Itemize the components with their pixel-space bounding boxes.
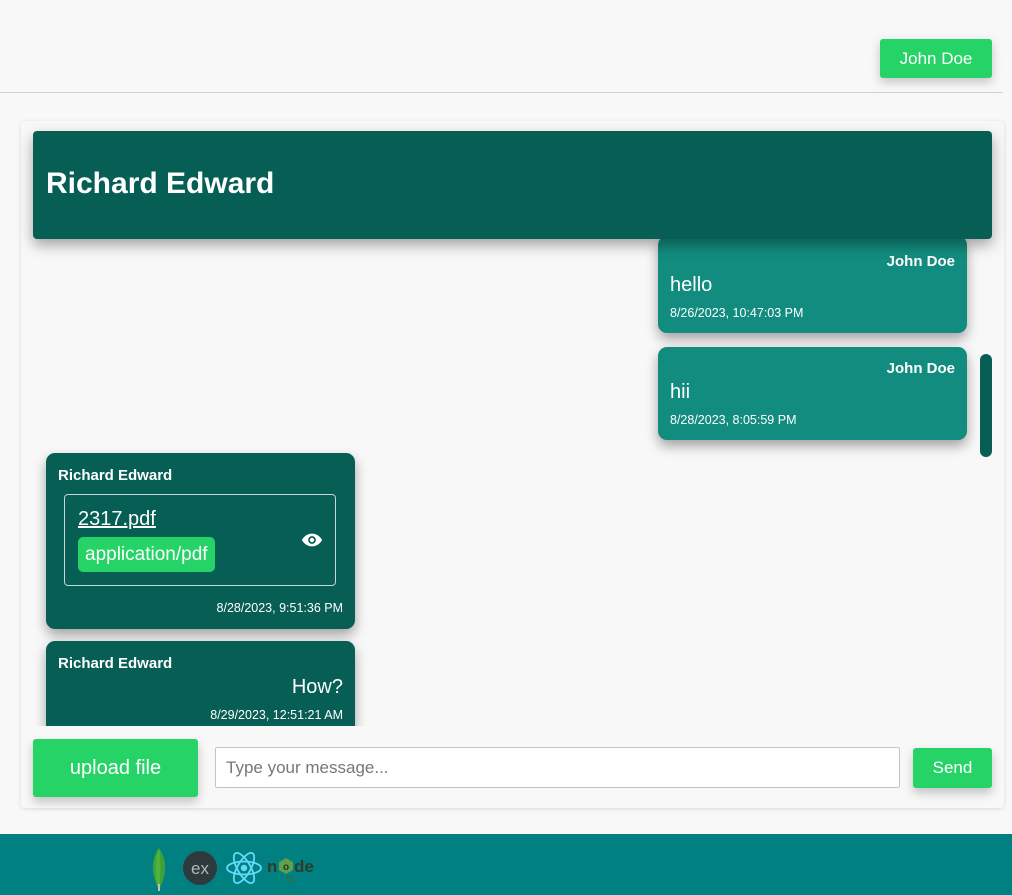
chat-header: Richard Edward [33,131,992,239]
svg-text:ex: ex [191,859,209,878]
message-text: hii [670,381,691,403]
message-sender: John Doe [886,253,955,270]
message-bubble-outgoing: John Doe hello 8/26/2023, 10:47:03 PM [658,239,967,333]
file-type-badge: application/pdf [78,537,215,572]
message-text: hello [670,274,713,296]
footer: ex n o de [0,834,1012,895]
svg-text:de: de [294,857,314,876]
message-text: How? [291,676,343,698]
scrollbar-thumb[interactable] [980,354,992,457]
message-sender: Richard Edward [58,467,173,484]
message-sender: John Doe [886,360,955,377]
express-logo: ex [183,851,217,885]
svg-text:n: n [267,857,277,876]
file-attachment: 2317.pdf application/pdf [64,494,336,586]
mongodb-logo [152,848,166,891]
node-logo: n o de [267,857,314,883]
message-time: 8/29/2023, 12:51:21 AM [210,708,343,722]
message-bubble-outgoing: John Doe hii 8/28/2023, 8:05:59 PM [658,347,967,440]
react-logo [226,852,262,884]
contact-name: Richard Edward [46,167,275,200]
message-time: 8/26/2023, 10:47:03 PM [670,306,804,320]
top-bar: John Doe [0,0,1003,93]
send-button[interactable]: Send [913,748,992,788]
eye-icon[interactable] [301,531,323,549]
message-bubble-incoming: Richard Edward How? 8/29/2023, 12:51:21 … [46,641,355,726]
file-link[interactable]: 2317.pdf [78,508,156,531]
message-input[interactable] [215,747,900,788]
upload-file-button[interactable]: upload file [33,739,198,797]
message-bubble-incoming: Richard Edward 2317.pdf application/pdf … [46,453,355,629]
message-time: 8/28/2023, 8:05:59 PM [670,413,797,427]
svg-text:o: o [283,862,289,873]
message-sender: Richard Edward [58,655,173,672]
message-list[interactable]: John Doe hello 8/26/2023, 10:47:03 PM Jo… [21,239,1004,726]
message-time: 8/28/2023, 9:51:36 PM [216,601,343,615]
user-button[interactable]: John Doe [880,39,992,78]
